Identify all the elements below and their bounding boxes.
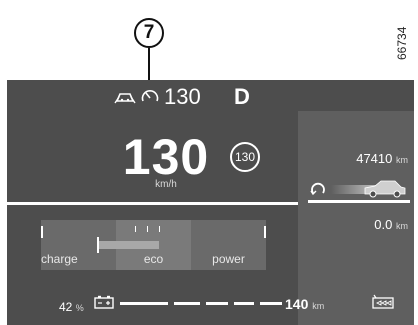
- meter-tick: [264, 226, 266, 238]
- gear-indicator: D: [234, 84, 250, 109]
- power-label: power: [212, 252, 245, 266]
- range-segment: [234, 302, 254, 305]
- instrument-cluster: 130 D 130 km/h 130 47410 km 0.0 km charg…: [7, 80, 414, 325]
- battery-percent-value: 42: [59, 300, 73, 314]
- reset-icon: [310, 182, 325, 196]
- car-icon: [310, 180, 406, 198]
- figure-id: 66734: [395, 26, 409, 60]
- trip-unit: km: [396, 221, 408, 231]
- odometer: 47410 km: [356, 151, 408, 166]
- eco-label: eco: [143, 252, 164, 266]
- energy-level-marker: [97, 237, 99, 253]
- trip-value: 0.0: [374, 217, 393, 232]
- speed-unit: km/h: [155, 179, 177, 190]
- range-segment: [174, 302, 200, 305]
- meter-tick: [147, 226, 148, 232]
- trip-meter: 0.0 km: [374, 217, 408, 232]
- range-value: 140: [285, 296, 309, 312]
- battery-icon: [94, 295, 114, 309]
- range-segment: [120, 302, 168, 305]
- range-segment: [206, 302, 228, 305]
- charging-cable-icon: [372, 294, 394, 309]
- meter-tick: [135, 226, 136, 232]
- range-bar: [120, 302, 282, 305]
- charge-label: charge: [41, 252, 78, 266]
- right-divider: [308, 200, 410, 203]
- speed-limiter-icon: [141, 90, 159, 102]
- divider-line: [7, 202, 298, 205]
- battery-percentage: 42 %: [59, 300, 84, 314]
- speed-limit-readout: 130: [164, 84, 201, 109]
- odometer-unit: km: [396, 155, 408, 165]
- battery-percent-unit: %: [75, 303, 84, 313]
- driving-range: 140 km: [285, 296, 324, 312]
- range-segment: [260, 302, 282, 305]
- range-unit: km: [312, 301, 325, 311]
- energy-level-bar: [97, 241, 159, 249]
- callout-number: 7: [134, 18, 164, 48]
- driving-assist-icon: [114, 93, 136, 104]
- meter-tick: [159, 226, 160, 232]
- vehicle-speed: 130: [122, 129, 210, 185]
- meter-tick: [41, 226, 43, 238]
- speed-limit-sign: 130: [230, 142, 260, 172]
- odometer-value: 47410: [356, 151, 393, 166]
- power-meter: charge eco power: [41, 220, 266, 270]
